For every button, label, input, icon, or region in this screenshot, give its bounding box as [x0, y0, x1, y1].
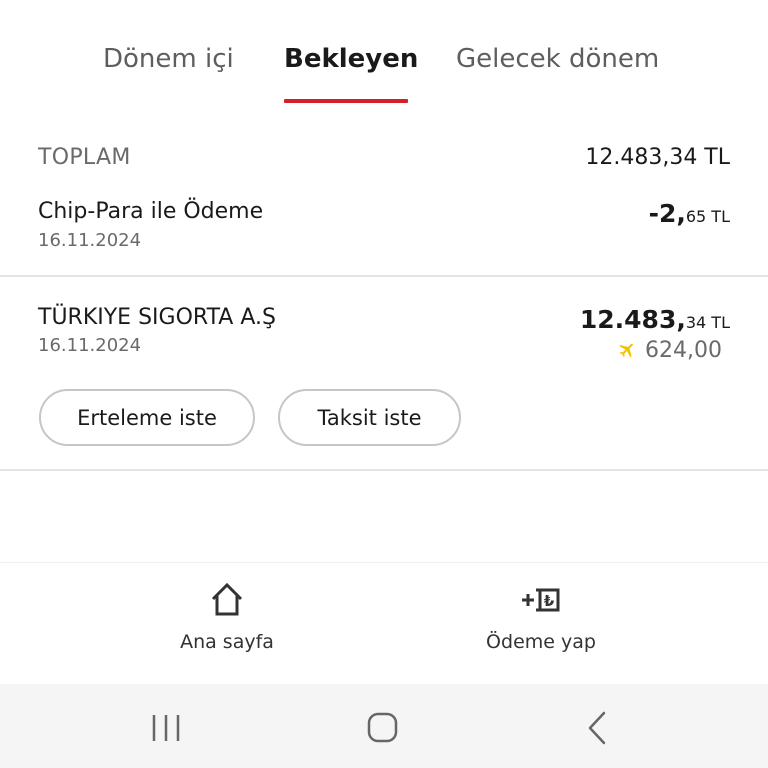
transaction-date: 16.11.2024: [38, 335, 142, 356]
bottom-nav-separator: [0, 562, 768, 563]
tab-donem-ici[interactable]: Dönem içi: [103, 44, 234, 74]
home-circle-icon[interactable]: [362, 710, 402, 746]
divider: [0, 275, 768, 277]
transaction-amount: 12.483,34 TL: [580, 305, 730, 334]
nav-home[interactable]: Ana sayfa: [127, 580, 327, 653]
installment-request-button[interactable]: Taksit iste: [278, 389, 461, 446]
nav-make-payment[interactable]: ₺ Ödeme yap: [441, 580, 641, 653]
transaction-title[interactable]: TÜRKIYE SIGORTA A.Ş: [38, 305, 276, 330]
points-earned: 624,00: [617, 338, 722, 363]
plane-icon: [619, 343, 633, 358]
payment-icon: ₺: [522, 588, 560, 612]
nav-make-payment-label: Ödeme yap: [486, 631, 596, 653]
transaction-title: Chip-Para ile Ödeme: [38, 199, 264, 224]
total-label: TOPLAM: [38, 145, 131, 170]
tab-gelecek-donem[interactable]: Gelecek dönem: [456, 44, 659, 74]
tab-bar: Dönem içi Bekleyen Gelecek dönem: [0, 0, 768, 110]
divider: [0, 469, 768, 471]
system-navigation-bar: [0, 684, 768, 768]
total-value: 12.483,34 TL: [585, 145, 730, 170]
amount-fraction: 65 TL: [685, 207, 730, 226]
transaction-amount: -2,65 TL: [649, 199, 730, 228]
recent-apps-icon[interactable]: [146, 710, 186, 746]
svg-text:₺: ₺: [544, 592, 555, 610]
nav-home-label: Ana sayfa: [180, 631, 274, 653]
transaction-date: 16.11.2024: [38, 230, 142, 251]
active-tab-indicator: [284, 99, 408, 103]
points-value: 624,00: [645, 338, 722, 363]
tab-bekleyen[interactable]: Bekleyen: [284, 44, 418, 74]
amount-main: -2,: [648, 199, 686, 228]
amount-main: 12.483,: [579, 305, 686, 334]
back-icon[interactable]: [580, 710, 620, 746]
amount-fraction: 34 TL: [685, 313, 730, 332]
postpone-request-button[interactable]: Erteleme iste: [39, 389, 255, 446]
home-icon: [211, 582, 243, 616]
